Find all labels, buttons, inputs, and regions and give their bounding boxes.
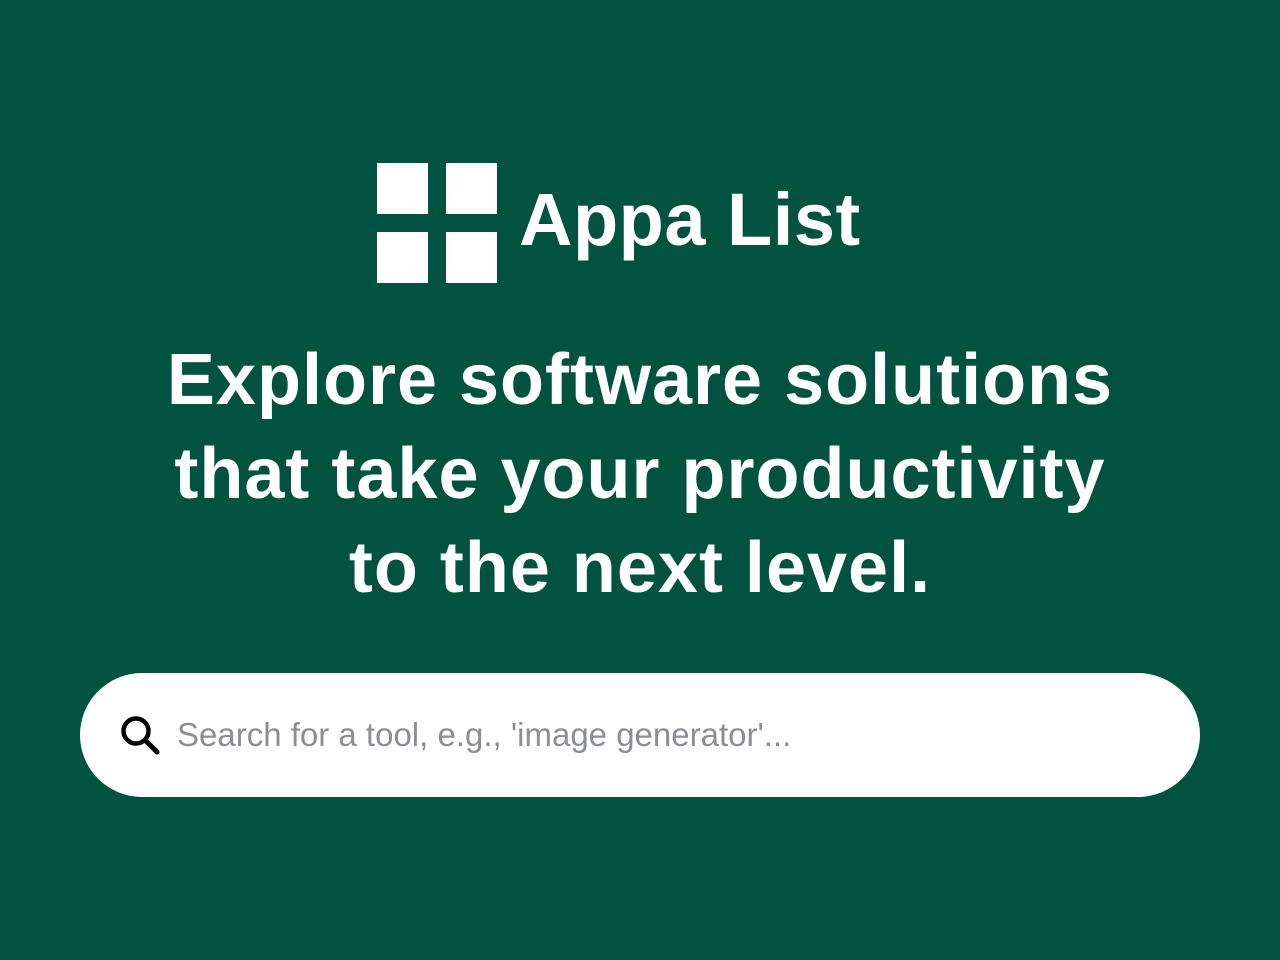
logo-square-bottom-left: [377, 232, 428, 283]
logo-square-top-right: [446, 163, 497, 214]
brand-name: Appa List: [519, 178, 861, 261]
headline-line-1: Explore software solutions: [166, 340, 1114, 420]
four-squares-logo-icon: [377, 163, 497, 283]
search-icon[interactable]: [118, 713, 162, 757]
search-input[interactable]: [177, 705, 1160, 765]
search-bar[interactable]: [80, 673, 1200, 797]
brand-header: Appa List: [377, 163, 861, 283]
headline-line-2: that take your productivity: [174, 434, 1106, 514]
headline-line-3: to the next level.: [348, 528, 932, 608]
landing-page: Appa List Explore software solutions tha…: [0, 0, 1280, 960]
logo-square-bottom-right: [446, 232, 497, 283]
logo-square-top-left: [377, 163, 428, 214]
hero-headline: Explore software solutions that take you…: [80, 333, 1200, 615]
